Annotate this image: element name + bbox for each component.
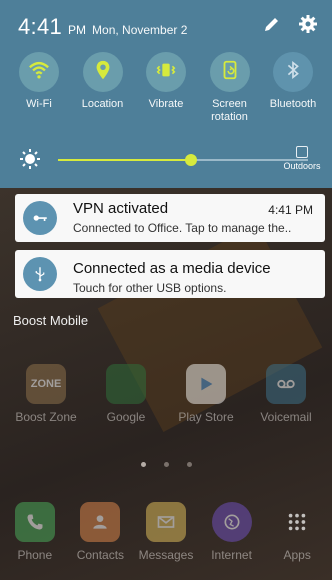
wifi-icon [28,59,50,86]
page-dot [163,462,169,467]
toggle-label: Bluetooth [269,98,317,110]
toggle-location[interactable]: Location [72,52,134,124]
location-pin-icon [92,59,114,86]
app-play-store[interactable]: Play Store [170,364,242,424]
notification-vpn[interactable]: VPN activated 4:41 PM Connected to Offic… [15,194,325,242]
status-time-date: 4:41 PM Mon, November 2 [18,14,187,40]
home-app-row: ZONE Boost Zone Google Play Store Voicem… [0,364,332,424]
screen-rotation-icon [219,59,241,86]
clock-time: 4:41 [18,14,63,39]
page-dot [140,462,146,467]
dock-contacts[interactable]: Contacts [68,502,132,562]
edit-pencil-icon[interactable] [262,14,282,34]
outdoors-checkbox[interactable]: Outdoors [282,146,322,171]
dock-internet[interactable]: Internet [200,502,264,562]
app-label: Voicemail [260,410,312,424]
brightness-slider[interactable] [58,154,308,166]
bluetooth-icon [282,59,304,86]
messages-icon [145,502,186,542]
apps-grid-icon [277,502,317,542]
toggle-label: Screen rotation [211,98,248,123]
google-folder-icon [106,364,146,404]
brightness-slider-knob[interactable] [184,154,197,166]
page-dot [186,462,192,467]
toggle-label: Location [81,98,124,110]
brightness-slider-fill [58,159,191,161]
notification-title: VPN activated [73,200,169,217]
dock-messages[interactable]: Messages [134,502,198,562]
toggle-label: Vibrate [148,98,184,110]
carrier-label: Boost Mobile [13,313,89,328]
usb-icon [23,257,57,291]
internet-icon [211,502,252,542]
toggle-wifi[interactable]: Wi-Fi [8,52,70,124]
app-label: Google [106,410,146,424]
page-indicator [0,462,332,467]
app-label: Play Store [178,410,234,424]
settings-gear-icon[interactable] [298,14,318,34]
notification-time: 4:41 PM [268,203,313,217]
notification-title: Connected as a media device [73,260,271,277]
phone-icon [14,502,55,542]
dock-phone[interactable]: Phone [3,502,67,562]
app-label: Apps [283,548,311,562]
toggle-bluetooth[interactable]: Bluetooth [262,52,324,124]
brightness-control: Outdoors [18,146,322,172]
vibrate-icon [155,59,177,86]
notification-text: Touch for other USB options. [73,281,227,295]
app-voicemail[interactable]: Voicemail [250,364,322,424]
app-label: Boost Zone [15,410,77,424]
voicemail-icon [266,364,306,404]
clock-ampm: PM [68,23,87,37]
brightness-sun-icon [20,149,40,169]
notification-shade: 4:41 PM Mon, November 2 Wi-Fi Location V… [0,0,332,188]
dock-row: Phone Contacts Messages Internet Apps [0,502,332,562]
quick-settings-toggles: Wi-Fi Location Vibrate Screen rotation B… [8,52,324,124]
date-text: Mon, November 2 [92,23,188,37]
toggle-screen-rotation[interactable]: Screen rotation [199,52,261,124]
toggle-vibrate[interactable]: Vibrate [135,52,197,124]
notification-text: Connected to Office. Tap to manage the.. [73,221,292,235]
dock-apps[interactable]: Apps [265,502,329,562]
contacts-icon [80,502,121,542]
app-boost-zone[interactable]: ZONE Boost Zone [10,364,82,424]
vpn-key-icon [23,201,57,235]
outdoors-box[interactable] [296,146,308,158]
app-label: Messages [138,548,194,562]
outdoors-label: Outdoors [283,161,321,171]
app-label: Contacts [76,548,125,562]
play-store-icon [186,364,226,404]
app-label: Phone [17,548,53,562]
app-google[interactable]: Google [90,364,162,424]
app-label: Internet [211,548,252,562]
notification-usb[interactable]: Connected as a media device Touch for ot… [15,250,325,298]
toggle-label: Wi-Fi [26,98,52,110]
boost-zone-icon: ZONE [26,364,66,404]
